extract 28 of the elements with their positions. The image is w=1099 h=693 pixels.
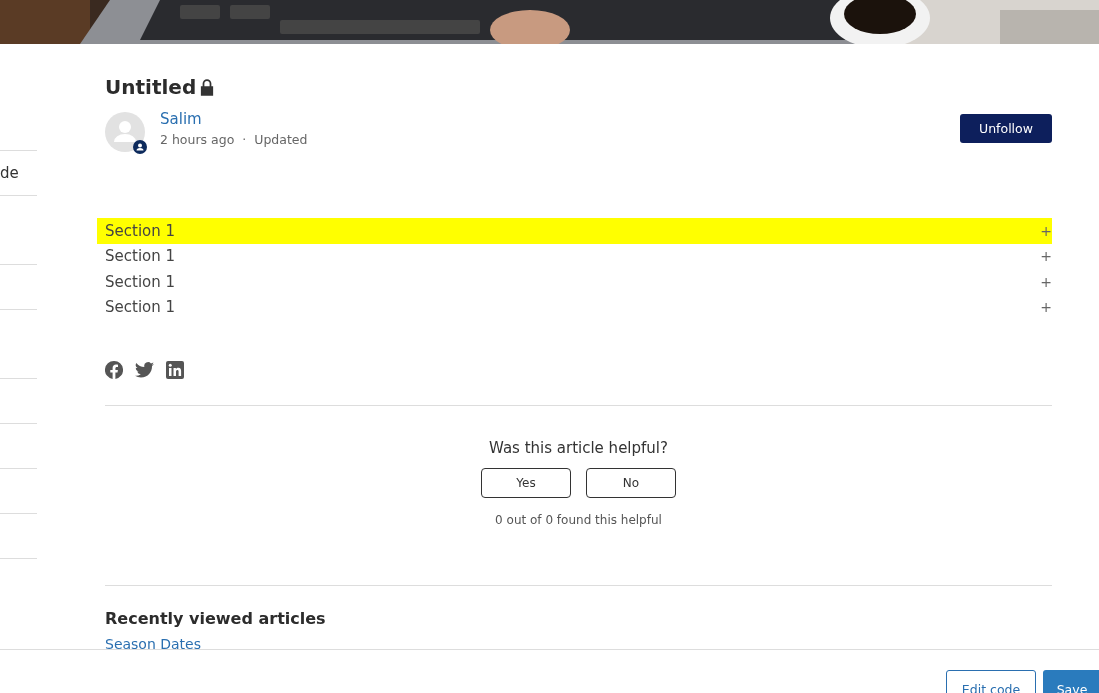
article-link[interactable]: Season Dates (105, 636, 1052, 652)
section-row[interactable]: Section 1 + (105, 243, 1052, 269)
section-row[interactable]: Section 1 + (105, 294, 1052, 320)
feedback-question: Was this article helpful? (489, 439, 668, 457)
separator: · (242, 132, 247, 147)
avatar-icon (105, 112, 145, 152)
save-button[interactable]: Save (1043, 670, 1099, 693)
vote-count: 0 out of 0 found this helpful (495, 513, 662, 527)
sidebar-item[interactable]: de (0, 164, 19, 182)
expand-icon[interactable]: + (1040, 299, 1052, 316)
expand-icon[interactable]: + (1040, 273, 1052, 290)
section-row[interactable]: Section 1 + (105, 269, 1052, 295)
article-title: Untitled (105, 75, 197, 99)
vote-button[interactable]: No (586, 468, 676, 498)
facebook-icon[interactable] (105, 361, 123, 379)
post-status: Updated (254, 132, 308, 147)
expand-icon[interactable]: + (1040, 222, 1052, 239)
user-badge-icon (133, 140, 147, 154)
unfollow-button[interactable]: Unfollow (960, 114, 1052, 143)
section-row[interactable]: Section 1 + (97, 218, 1052, 244)
post-time: 2 hours ago (160, 132, 235, 147)
twitter-icon[interactable] (135, 362, 154, 378)
author-link[interactable]: Salim (160, 110, 960, 128)
section-heading: Recently viewed articles (105, 609, 327, 628)
linkedin-icon[interactable] (166, 361, 184, 379)
edit-code-button[interactable]: Edit code (946, 670, 1036, 693)
expand-icon[interactable]: + (1040, 248, 1052, 265)
vote-button[interactable]: Yes (481, 468, 571, 498)
